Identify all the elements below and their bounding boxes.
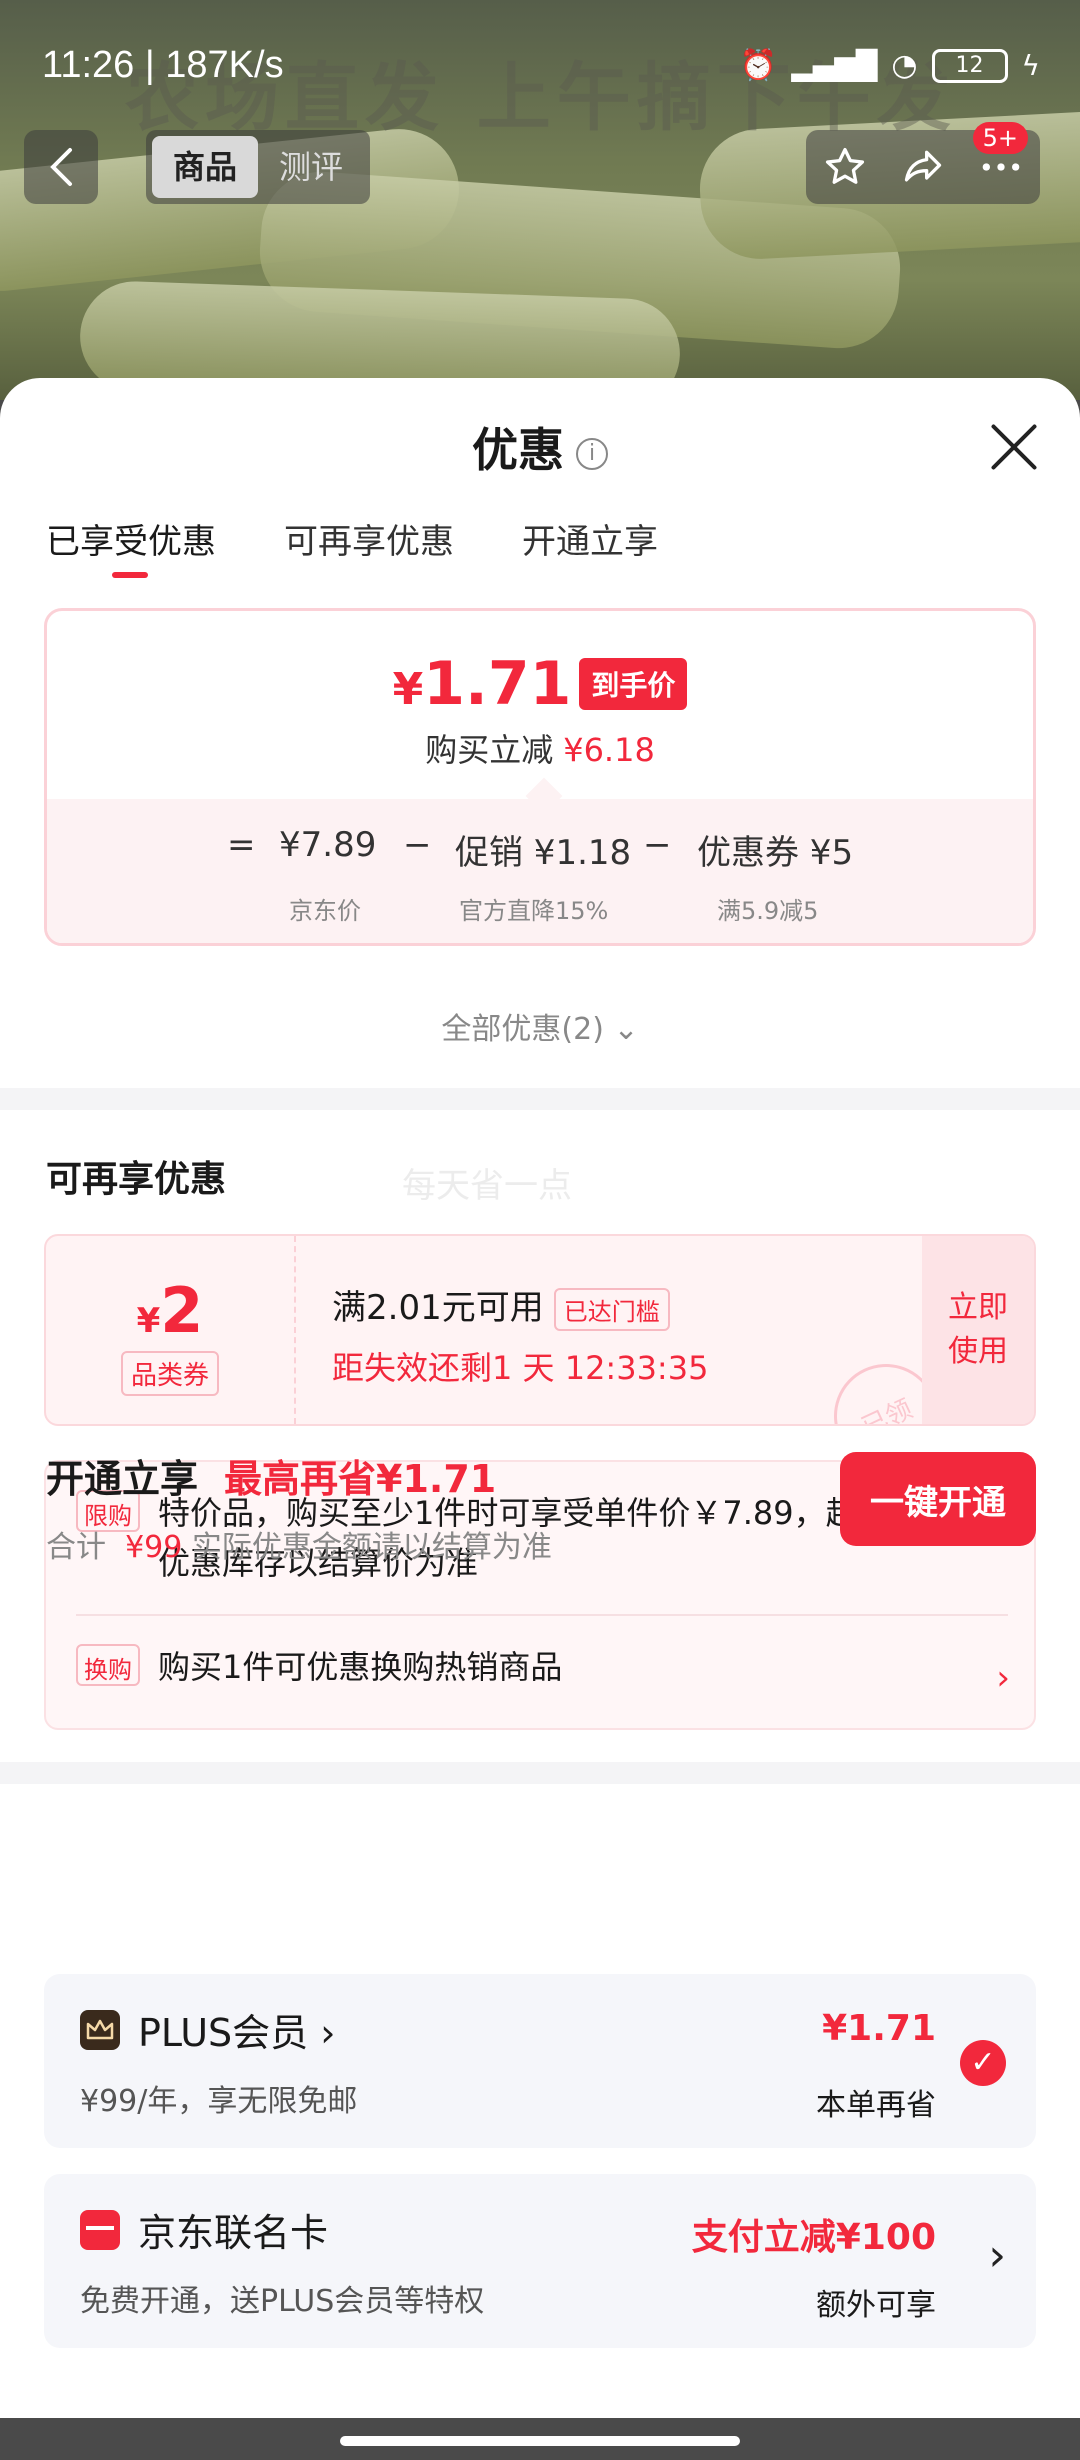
message-badge: 5+ — [972, 122, 1028, 154]
system-nav-bar — [0, 2418, 1080, 2460]
formula-equals: = — [227, 825, 256, 865]
use-coupon-button[interactable]: 立即使用 — [922, 1236, 1034, 1424]
coupon-timer: 距失效还剩1 天 12:33:35 — [332, 1349, 709, 1387]
wifi-icon: ◔ — [891, 48, 918, 83]
sheet-title-row: 优惠 i — [0, 414, 1080, 480]
all-discounts-toggle[interactable]: 全部优惠(2) ⌄ — [0, 1004, 1080, 1048]
formula-base-price: ¥7.89 — [279, 825, 377, 865]
credit-card-icon — [80, 2210, 120, 2250]
star-icon[interactable] — [823, 145, 867, 189]
share-icon[interactable] — [901, 145, 945, 189]
membership-title: 开通立享 — [46, 1457, 199, 1501]
sheet-title: 优惠 — [472, 423, 564, 477]
more-discounts-title: 可再享优惠 — [46, 1159, 227, 1200]
charging-icon: ϟ — [1021, 49, 1040, 82]
coupon-condition: 满2.01元可用 — [332, 1288, 544, 1328]
tab-open-membership[interactable]: 开通立享 — [522, 514, 658, 563]
co-brand-card[interactable]: 京东联名卡 免费开通，送PLUS会员等特权 支付立减¥100 额外可享 › — [44, 2174, 1036, 2348]
coupon-amount: ¥2 — [136, 1274, 204, 1347]
threshold-reached-badge: 已达门槛 — [553, 1288, 670, 1331]
card-name: 京东联名卡 — [138, 2211, 329, 2255]
plus-member-card[interactable]: PLUS会员 › ¥99/年，享无限免邮 ¥1.71 本单再省 ✓ — [44, 1974, 1036, 2148]
watermark: 每天省一点 — [402, 1166, 572, 1206]
rule-exchange[interactable]: 换购 购买1件可优惠换购热销商品 — [76, 1642, 1008, 1692]
promo-note: 官方直降15% — [459, 897, 609, 925]
status-bar: 11:26 | 187K/s ⏰ ▂▄▆█ ◔ 12 ϟ — [0, 0, 1080, 132]
card-saving: 支付立减¥100 — [691, 2217, 936, 2258]
home-indicator[interactable] — [340, 2436, 740, 2446]
status-time: 11:26 | 187K/s — [42, 44, 284, 86]
saving-row: 购买立减 ¥6.18 — [47, 725, 1033, 771]
total-value: ¥99 — [125, 1530, 183, 1565]
coupon-info: 满2.01元可用 已达门槛 距失效还剩1 天 12:33:35 — [332, 1280, 708, 1389]
top-actions: 5+ — [806, 122, 1040, 204]
discount-tabs: 已享受优惠 可再享优惠 开通立享 — [46, 514, 658, 578]
final-price-row: ¥1.71 到手价 — [47, 649, 1033, 719]
formula-coupon: 优惠券 ¥5 — [697, 833, 854, 873]
card-desc: 免费开通，送PLUS会员等特权 — [80, 2284, 485, 2319]
formula-minus: − — [403, 825, 432, 865]
tab-applied-discounts[interactable]: 已享受优惠 — [46, 514, 216, 578]
membership-total: 合计 ¥99 实际优惠金额请以结算为准 — [46, 1530, 552, 1565]
max-saving: 最高再省¥1.71 — [224, 1457, 497, 1501]
card-desc: ¥99/年，享无限免邮 — [80, 2084, 358, 2119]
card-saving-label: 额外可享 — [816, 2288, 936, 2323]
saving-value: ¥6.18 — [563, 731, 655, 769]
coupon-value: ¥2 品类券 — [46, 1236, 296, 1424]
final-price-card: ¥1.71 到手价 购买立减 ¥6.18 = ¥7.89 − 促销 ¥1.18 − … — [44, 608, 1036, 946]
battery-icon: 12 — [931, 48, 1008, 83]
one-click-open-button[interactable]: 一键开通 — [840, 1452, 1036, 1546]
saving-label: 购买立减 — [425, 731, 554, 769]
checkmark-icon[interactable]: ✓ — [960, 2040, 1006, 2086]
close-button[interactable] — [988, 422, 1038, 472]
chevron-right-icon[interactable]: › — [996, 1658, 1010, 1698]
top-bar: 商品 测评 5+ — [0, 122, 1080, 210]
chevron-down-icon: ⌄ — [613, 1012, 639, 1047]
total-note: 实际优惠金额请以结算为准 — [191, 1530, 552, 1565]
crown-icon — [80, 2010, 120, 2050]
coupon-type: 品类券 — [120, 1351, 219, 1396]
alarm-icon: ⏰ — [739, 48, 778, 83]
tab-product[interactable]: 商品 — [152, 136, 258, 198]
card-name[interactable]: PLUS会员 › — [138, 2002, 335, 2057]
final-price: ¥1.71 — [392, 649, 572, 719]
signal-icon: ▂▄▆█ — [791, 49, 878, 82]
product-tabs: 商品 测评 — [146, 130, 370, 204]
divider — [0, 1762, 1080, 1784]
status-icons: ⏰ ▂▄▆█ ◔ 12 ϟ — [740, 48, 1040, 83]
membership-header: 开通立享 最高再省¥1.71 — [46, 1448, 496, 1503]
base-price-note: 京东价 — [289, 897, 361, 925]
tab-review[interactable]: 测评 — [258, 136, 364, 198]
tab-more-discounts[interactable]: 可再享优惠 — [284, 514, 454, 563]
chevron-left-icon — [50, 148, 72, 186]
coupon-note: 满5.9减5 — [717, 897, 819, 925]
price-formula: = ¥7.89 − 促销 ¥1.18 − 优惠券 ¥5 京东价 官方直降15% … — [47, 777, 1033, 943]
chevron-right-icon[interactable]: › — [988, 2230, 1006, 2281]
final-price-tag: 到手价 — [579, 658, 688, 710]
back-button[interactable] — [24, 130, 98, 204]
info-icon[interactable]: i — [576, 437, 608, 470]
card-saving-label: 本单再省 — [816, 2088, 936, 2123]
formula-promo: 促销 ¥1.18 — [455, 833, 632, 873]
formula-minus: − — [643, 825, 672, 865]
category-coupon: ¥2 品类券 满2.01元可用 已达门槛 距失效还剩1 天 12:33:35 已领… — [44, 1234, 1036, 1426]
card-saving: ¥1.71 — [822, 2008, 936, 2049]
divider — [0, 1088, 1080, 1110]
rule-tag: 换购 — [76, 1644, 140, 1686]
rule-text: 购买1件可优惠换购热销商品 — [158, 1648, 563, 1686]
